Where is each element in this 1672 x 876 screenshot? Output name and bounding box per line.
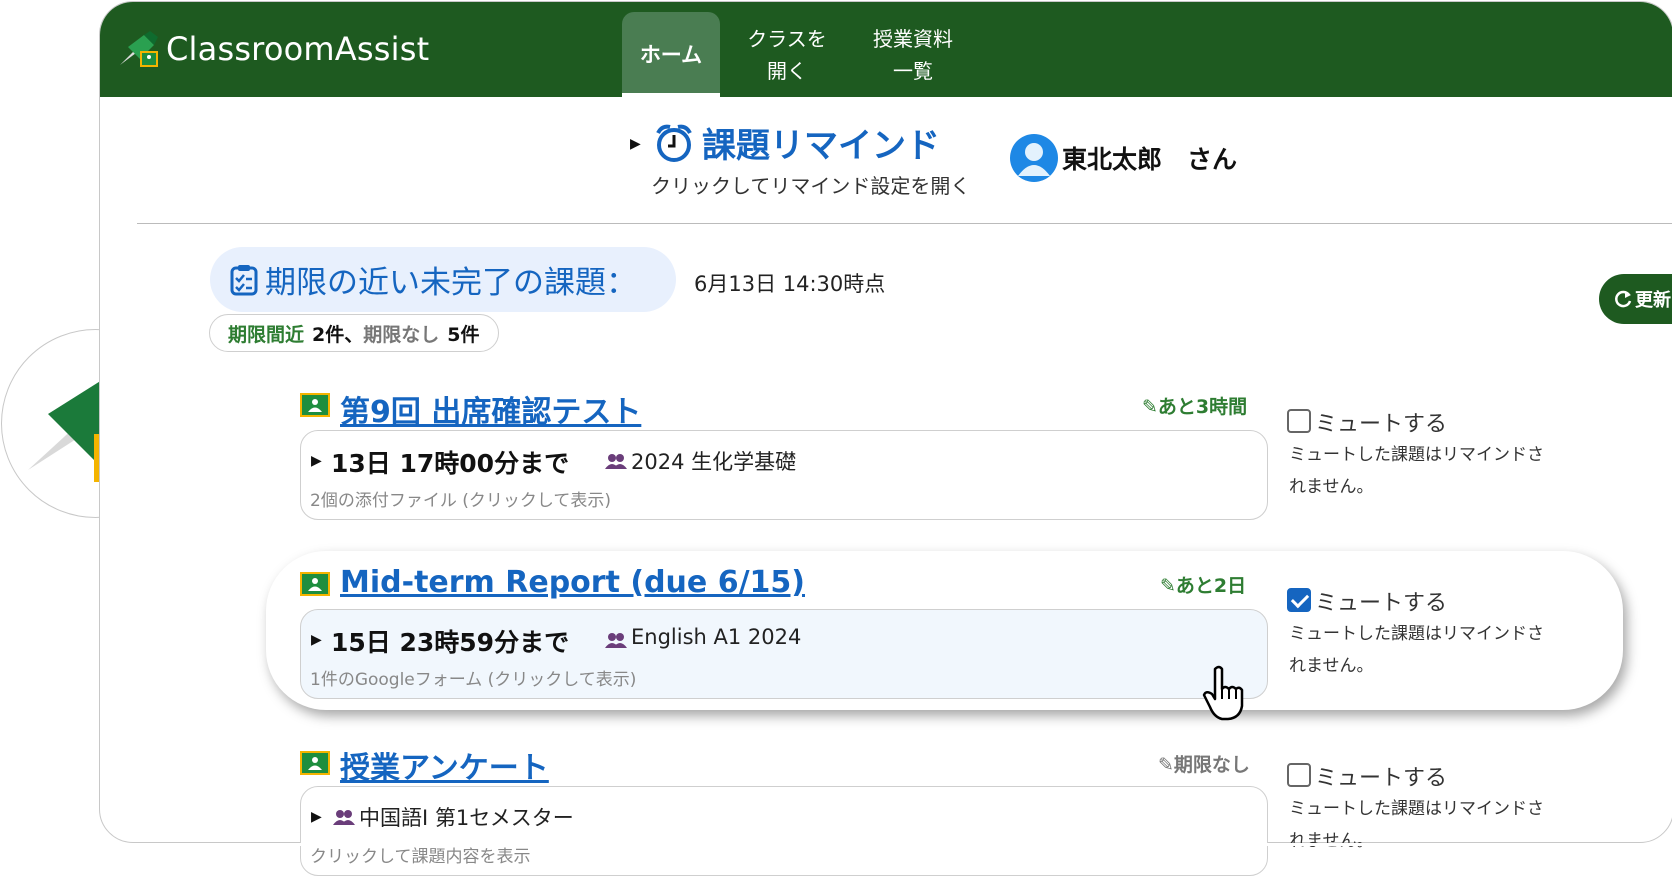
no-deadline-label: 期限なし: [363, 323, 440, 346]
assignment-title-link[interactable]: 第9回 出席確認テスト: [340, 387, 641, 431]
avatar: [1010, 134, 1058, 182]
mute-checkbox[interactable]: [1287, 588, 1311, 612]
near-count: 2件、: [312, 323, 364, 346]
hand-cursor-icon: [1202, 665, 1244, 721]
refresh-label: 更新: [1635, 290, 1671, 311]
clipboard-check-icon: [230, 264, 258, 295]
no-deadline-count: 5件: [447, 323, 480, 346]
class-name: 中国語Ⅰ 第1セメスター: [359, 806, 574, 830]
status-badge: 期限間近 2件、 期限なし 5件: [209, 314, 499, 352]
expand-triangle-icon: ▶: [311, 453, 322, 469]
people-icon: [605, 633, 627, 648]
mute-note: ミュートした課題はリマインドされません。: [1289, 445, 1544, 497]
attachment-info: 1件のGoogleフォーム (クリックして表示): [310, 670, 637, 690]
brand[interactable]: ClassroomAssist: [118, 26, 429, 72]
refresh-icon: [1615, 290, 1632, 308]
due-badge: ✎あと3時間: [1142, 396, 1248, 418]
attachment-info: 2個の添付ファイル (クリックして表示): [310, 491, 611, 511]
reminder-title: 課題リマインド: [702, 126, 940, 166]
alarm-clock-icon: [656, 124, 692, 162]
mute-checkbox[interactable]: [1287, 409, 1311, 433]
tab-open-class[interactable]: クラスを 開く: [720, 12, 854, 97]
tab-home-label: ホーム: [639, 42, 703, 67]
mute-checkbox[interactable]: [1287, 763, 1311, 787]
deadline: 15日 23時59分まで: [331, 628, 570, 657]
assignment-title-link[interactable]: 授業アンケート: [340, 743, 549, 787]
assignment-details-toggle[interactable]: ▶ 中国語Ⅰ 第1セメスター クリックして課題内容を表示: [300, 786, 1268, 876]
user-icon: [1018, 143, 1050, 176]
top-navbar: ClassroomAssist ホーム クラスを 開く 授業資料 一覧: [100, 2, 1672, 97]
tab-home[interactable]: ホーム: [622, 12, 720, 97]
mute-label[interactable]: ミュートする: [1315, 585, 1447, 617]
due-badge: ✎期限なし: [1158, 754, 1250, 776]
main-nav: ホーム クラスを 開く 授業資料 一覧: [622, 12, 972, 97]
expand-triangle-icon: ▶: [311, 632, 322, 648]
mute-label[interactable]: ミュートする: [1315, 760, 1447, 792]
mute-note: ミュートした課題はリマインドされません。: [1289, 624, 1544, 676]
timestamp: 6月13日 14:30時点: [694, 272, 886, 296]
pencil-icon: ✎: [1142, 396, 1158, 418]
refresh-button[interactable]: 更新: [1599, 274, 1672, 324]
tab-materials-label: 授業資料 一覧: [873, 26, 953, 83]
assignment-details-toggle[interactable]: ▶ 15日 23時59分まで English A1 2024 1件のGoogle…: [300, 609, 1268, 721]
reminder-subtitle: クリックしてリマインド設定を開く: [651, 174, 971, 198]
due-badge: ✎あと2日: [1160, 575, 1247, 597]
expand-triangle-icon: ▶: [630, 136, 641, 152]
class-name: English A1 2024: [631, 625, 802, 649]
mute-label[interactable]: ミュートする: [1315, 406, 1447, 438]
divider: [137, 223, 1672, 224]
classroom-icon: [300, 572, 330, 596]
pencil-icon: ✎: [1160, 575, 1176, 597]
near-label: 期限間近: [228, 323, 305, 346]
assignment-details-toggle[interactable]: ▶ 13日 17時00分まで 2024 生化学基礎 2個の添付ファイル (クリッ…: [300, 430, 1268, 520]
tab-materials[interactable]: 授業資料 一覧: [854, 12, 972, 97]
expand-triangle-icon: ▶: [311, 809, 322, 825]
section-heading: 期限の近い未完了の課題：: [210, 247, 676, 312]
classroom-icon: [300, 393, 330, 417]
deadline: 13日 17時00分まで: [331, 449, 570, 478]
app-title: ClassroomAssist: [166, 30, 430, 68]
user-name: 東北太郎 さん: [1062, 145, 1238, 174]
mute-note: ミュートした課題はリマインドされません。: [1289, 799, 1544, 851]
pencil-icon: ✎: [1158, 754, 1174, 776]
tab-open-class-label: クラスを 開く: [747, 26, 827, 83]
user-info: 東北太郎 さん: [1010, 134, 1237, 182]
app-logo-icon: [118, 27, 162, 71]
classroom-icon: [300, 751, 330, 775]
class-name: 2024 生化学基礎: [631, 450, 797, 474]
people-icon: [605, 454, 627, 469]
people-icon: [333, 810, 355, 825]
assignment-title-link[interactable]: Mid-term Report (due 6/15): [340, 565, 805, 600]
section-title: 期限の近い未完了の課題：: [265, 265, 637, 301]
